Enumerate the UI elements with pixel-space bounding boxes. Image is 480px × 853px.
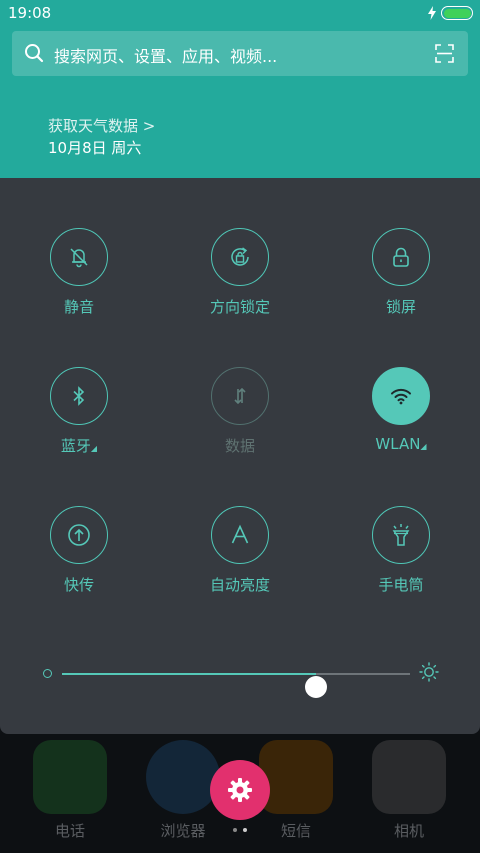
gear-icon <box>228 778 252 802</box>
tile-rotation-lock[interactable]: 方向锁定 <box>180 228 300 317</box>
status-time: 19:08 <box>8 4 52 22</box>
dock-label: 电话 <box>54 822 85 840</box>
notification-header: 19:08 搜索网页、设置、应用、视频... 获取天气数据 > 10月8日 周六 <box>0 0 480 178</box>
slider-thumb[interactable] <box>305 676 328 698</box>
battery-icon <box>441 6 473 20</box>
flashlight-icon <box>392 524 410 546</box>
battery-fill <box>443 8 471 18</box>
lock-screen-button[interactable] <box>372 228 430 286</box>
tile-auto-brightness[interactable]: 自动亮度 <box>180 506 300 595</box>
tile-label: 手电筒 <box>378 576 424 594</box>
tile-label: 蓝牙◢ <box>19 435 139 456</box>
dock-label: 浏览器 <box>160 822 206 840</box>
lock-icon <box>393 247 409 267</box>
weather-link[interactable]: 获取天气数据 > <box>48 115 155 136</box>
expand-triangle-icon: ◢ <box>420 442 427 451</box>
mobile-data-toggle[interactable] <box>211 367 269 425</box>
search-input[interactable]: 搜索网页、设置、应用、视频... <box>54 43 277 67</box>
wlan-label: WLAN <box>375 435 421 453</box>
scan-icon[interactable] <box>435 44 454 63</box>
search-icon <box>25 44 44 63</box>
slider-fill <box>62 673 317 675</box>
wlan-toggle[interactable] <box>372 367 430 425</box>
tile-label: 快传 <box>63 576 94 594</box>
weather-date: 10月8日 周六 <box>48 139 142 157</box>
dock-label: 相机 <box>393 822 424 840</box>
tile-label: 自动亮度 <box>209 576 270 594</box>
charging-icon <box>428 6 436 20</box>
mute-toggle[interactable] <box>50 228 108 286</box>
bluetooth-toggle[interactable] <box>50 367 108 425</box>
tile-quick-transfer[interactable]: 快传 <box>19 506 139 595</box>
mobile-data-icon <box>234 387 246 405</box>
tile-label: 静音 <box>63 298 94 316</box>
bell-off-icon <box>70 248 88 268</box>
settings-button[interactable] <box>210 760 270 820</box>
tile-mobile-data[interactable]: 数据 <box>180 367 300 456</box>
bluetooth-label: 蓝牙 <box>60 437 91 455</box>
tile-label: WLAN◢ <box>341 435 461 453</box>
rotation-lock-toggle[interactable] <box>211 228 269 286</box>
slider-track[interactable] <box>62 673 410 698</box>
flashlight-toggle[interactable] <box>372 506 430 564</box>
browser-icon <box>146 740 220 814</box>
dock-label: 短信 <box>280 822 311 840</box>
tile-bluetooth[interactable]: 蓝牙◢ <box>19 367 139 456</box>
message-icon <box>259 740 333 814</box>
tile-label: 锁屏 <box>385 298 416 316</box>
brightness-low-icon <box>43 669 52 678</box>
bluetooth-icon <box>73 386 85 406</box>
expand-triangle-icon: ◢ <box>90 444 98 453</box>
search-bar[interactable]: 搜索网页、设置、应用、视频... <box>12 31 468 76</box>
tile-mute[interactable]: 静音 <box>19 228 139 317</box>
dock-app-phone[interactable]: 电话 <box>30 740 110 841</box>
auto-brightness-icon <box>231 524 249 544</box>
status-icons <box>427 6 473 20</box>
tile-wlan[interactable]: WLAN◢ <box>341 367 461 453</box>
page-dot <box>233 828 237 832</box>
wifi-icon <box>391 388 411 405</box>
phone-icon <box>33 740 107 814</box>
rotation-lock-icon <box>231 247 249 266</box>
quick-transfer-icon <box>68 524 90 546</box>
auto-brightness-toggle[interactable] <box>211 506 269 564</box>
camera-icon <box>372 740 446 814</box>
dock-app-camera[interactable]: 相机 <box>369 740 449 841</box>
tile-label: 数据 <box>224 437 255 455</box>
page-dot-active <box>243 828 247 832</box>
page-indicator <box>233 828 247 832</box>
quick-settings-panel: 静音 方向锁定 锁屏 蓝牙◢ 数据 WLAN◢ 快传 自动亮度 手电筒 <box>0 178 480 734</box>
brightness-high-icon <box>419 662 439 682</box>
quick-transfer-toggle[interactable] <box>50 506 108 564</box>
tile-label: 方向锁定 <box>209 298 270 316</box>
tile-lock-screen[interactable]: 锁屏 <box>341 228 461 317</box>
tile-flashlight[interactable]: 手电筒 <box>341 506 461 595</box>
brightness-slider[interactable] <box>40 660 440 698</box>
